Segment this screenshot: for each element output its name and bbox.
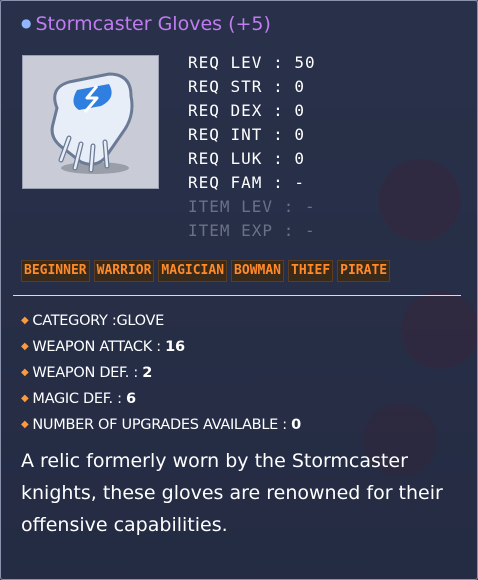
class-bowman: BOWMAN [231,260,285,282]
stats-list: ◆ CATEGORY :GLOVE ◆ WEAPON ATTACK : 16 ◆ WE… [21,310,301,440]
req-str: REQ STR : 0 [188,77,305,96]
req-level: REQ LEV : 50 [188,53,316,72]
stat-value: 2 [142,365,153,381]
stat-weapon-def: ◆ WEAPON DEF. : 2 [21,362,301,388]
class-warrior: WARRIOR [93,260,155,282]
diamond-icon: ◆ [21,367,29,378]
stat-value: GLOVE [116,313,165,329]
requirements-list: REQ LEV : 50 REQ STR : 0 REQ DEX : 0 REQ… [188,51,316,243]
stat-value: 0 [291,417,301,433]
item-icon-frame [22,55,159,189]
stat-label: MAGIC DEF. : [32,391,126,407]
diamond-icon: ◆ [21,341,29,352]
item-title: ● Stormcaster Gloves (+5) [21,13,271,35]
stat-value: 6 [125,391,136,407]
stat-label: NUMBER OF UPGRADES AVAILABLE : [32,417,292,433]
stat-category: ◆ CATEGORY :GLOVE [21,310,301,336]
req-dex: REQ DEX : 0 [188,101,305,120]
class-list: BEGINNER WARRIOR MAGICIAN BOWMAN THIEF P… [21,260,391,282]
stat-weapon-attack: ◆ WEAPON ATTACK : 16 [21,336,301,362]
class-magician: MAGICIAN [158,260,228,282]
item-tooltip: ● Stormcaster Gloves (+5) REQ LEV : 50 RE… [0,0,478,580]
item-description: A relic formerly worn by the Stormcaster… [21,450,443,536]
stat-label: WEAPON ATTACK : [32,339,166,355]
diamond-icon: ◆ [21,315,29,326]
class-beginner: BEGINNER [21,260,90,282]
item-exp: ITEM EXP : - [188,221,316,240]
stat-upgrades: ◆ NUMBER OF UPGRADES AVAILABLE : 0 [21,414,301,440]
diamond-icon: ◆ [21,393,29,404]
bullet-icon: ● [21,16,32,30]
class-pirate: PIRATE [337,260,391,282]
stat-label: CATEGORY : [32,313,117,329]
stat-magic-def: ◆ MAGIC DEF. : 6 [21,388,301,414]
stat-label: WEAPON DEF. : [32,365,143,381]
req-int: REQ INT : 0 [188,125,305,144]
req-luk: REQ LUK : 0 [188,149,305,168]
class-thief: THIEF [288,260,334,282]
glove-icon [50,72,134,174]
stat-value: 16 [165,339,185,355]
req-fam: REQ FAM : - [188,173,305,192]
divider [13,295,461,296]
diamond-icon: ◆ [21,419,29,430]
item-name: Stormcaster Gloves (+5) [35,13,271,35]
item-level: ITEM LEV : - [188,197,316,216]
